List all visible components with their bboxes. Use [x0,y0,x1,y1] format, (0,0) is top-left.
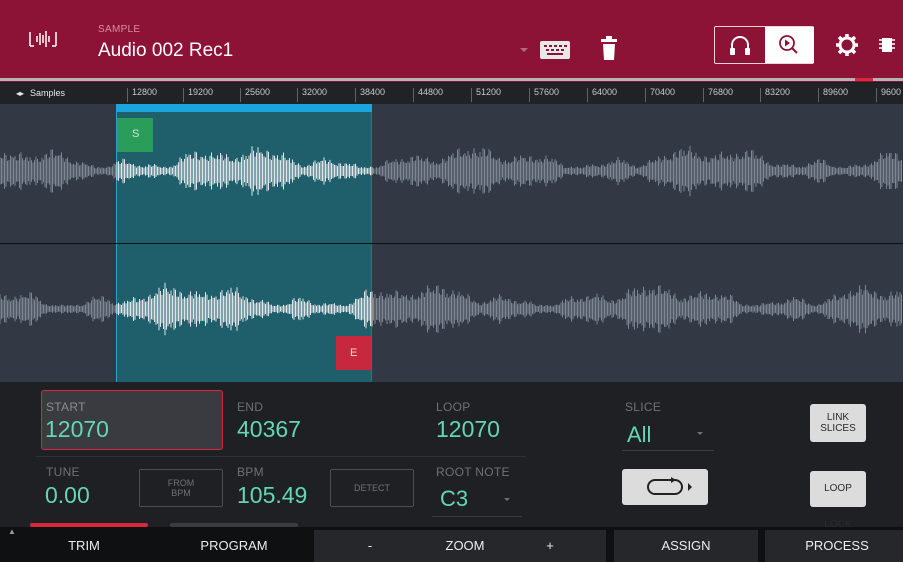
slice-dropdown-icon[interactable] [697,432,703,435]
headphones-icon [730,36,750,55]
ruler-units-icon: ◂▸ [16,89,25,98]
ruler-tick: 44800 [413,88,443,102]
slice-label: SLICE [625,400,662,414]
root-note-underline [432,516,522,517]
ruler-tick: 19200 [183,88,213,102]
shift-corner-icon[interactable]: ▲ [8,527,16,536]
row-divider [36,456,526,457]
trim-parameter-panel: START 12070 END 40367 LOOP 12070 SLICE A… [0,382,903,530]
zoom-out-button[interactable]: - [350,530,390,562]
header-bar: SAMPLE Audio 002 Rec1 [0,0,903,82]
start-label: START [46,400,86,414]
root-note-dropdown-icon[interactable] [504,498,510,501]
ruler-tick: 51200 [471,88,501,102]
tab-indicator [170,523,298,527]
ruler-tick: 64000 [587,88,617,102]
selection-top-bar[interactable] [116,104,372,112]
root-note-value[interactable]: C3 [440,486,468,512]
bpm-label: BPM [237,465,264,479]
ruler-tick: 25600 [240,88,270,102]
audition-mode-toggle [714,26,814,64]
ruler-units-label: Samples [30,88,66,98]
end-value[interactable]: 40367 [237,416,301,443]
ruler-tick: 9600 [876,88,901,102]
zoom-play-toggle[interactable] [765,27,814,63]
ruler-tick: 89600 [818,88,848,102]
keyboard-icon[interactable] [540,41,570,59]
from-bpm-button[interactable]: FROM BPM [139,469,223,507]
sample-ruler: ◂▸ Samples 12800 19200 25600 32000 38400 … [0,83,903,104]
loop-mode-button[interactable] [622,469,708,505]
loop-value[interactable]: 12070 [436,416,500,443]
tune-value[interactable]: 0.00 [45,482,90,509]
trim-page-dots [76,556,88,562]
loop-forward-icon [647,477,692,495]
loop-lock-button[interactable]: LOOP LOCK [810,471,866,530]
link-slices-button[interactable]: LINK SLICES [810,404,866,442]
slice-value[interactable]: All [627,422,651,448]
zoom-in-button[interactable]: + [530,530,570,562]
waveform-app-icon[interactable] [28,28,58,50]
detect-button[interactable]: DETECT [330,469,414,507]
ruler-tick: 70400 [645,88,675,102]
from-bpm-label: FROM [167,478,195,488]
active-tab-indicator [30,523,148,527]
end-label: END [237,400,264,414]
tab-assign[interactable]: ASSIGN [614,530,758,562]
link-slices-label: SLICES [820,423,856,434]
ruler-tick: 32000 [297,88,327,102]
tab-program[interactable]: PROGRAM [180,530,288,562]
ruler-tick: 38400 [355,88,385,102]
slice-underline [622,450,714,451]
zoom-play-icon [779,35,798,54]
ruler-tick: 76800 [703,88,733,102]
channel-divider [0,243,903,244]
waveform-display[interactable]: S E [0,104,903,382]
end-marker-flag[interactable]: E [336,336,371,370]
start-value: 12070 [45,416,109,442]
chip-icon[interactable] [878,35,896,55]
tune-label: TUNE [46,465,80,479]
root-note-label: ROOT NOTE [436,465,510,479]
from-bpm-label: BPM [171,488,191,498]
ruler-tick: 83200 [760,88,790,102]
waveform-inside-selection [116,282,373,336]
sample-name-field[interactable]: Audio 002 Rec1 [98,40,233,62]
headphones-toggle[interactable] [715,27,765,63]
tab-process[interactable]: PROCESS [765,530,903,562]
zoom-label: ZOOM [445,538,485,553]
loop-label: LOOP [436,400,471,414]
sample-label: SAMPLE [98,24,141,35]
link-slices-label: LINK [826,412,850,423]
waveform-inside-selection [116,146,373,196]
trash-icon[interactable] [600,36,618,60]
sample-dropdown-icon[interactable] [520,48,528,52]
bpm-value[interactable]: 105.49 [237,482,307,509]
start-marker-flag[interactable]: S [117,118,153,152]
gear-icon[interactable] [834,32,860,58]
ruler-tick: 57600 [529,88,559,102]
header-divider [0,78,903,81]
ruler-title: ◂▸ Samples [16,88,65,98]
ruler-tick: 12800 [127,88,157,102]
